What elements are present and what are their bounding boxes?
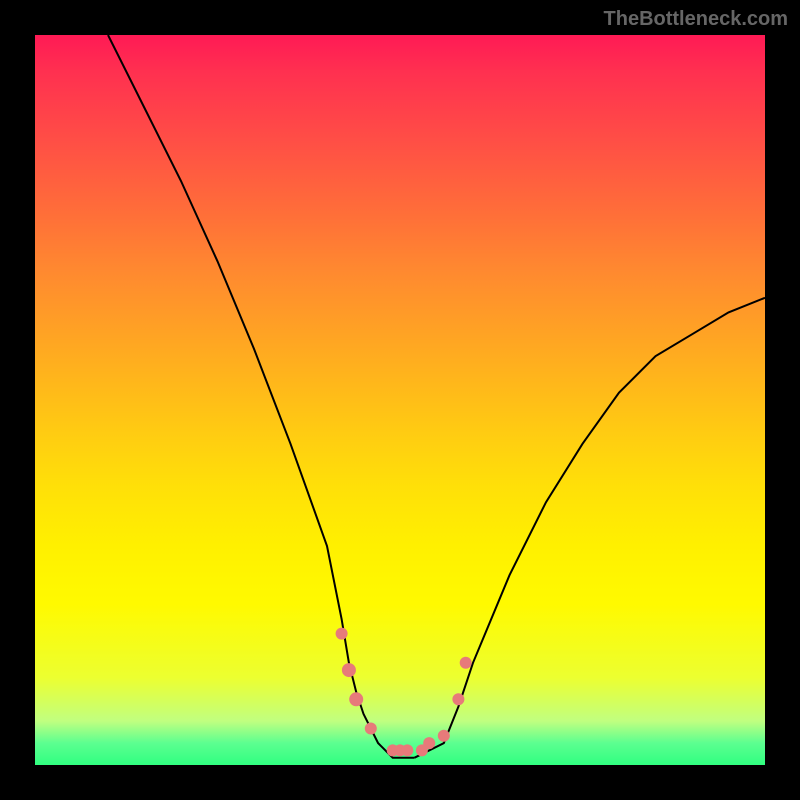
data-marker xyxy=(423,737,435,749)
watermark-text: TheBottleneck.com xyxy=(604,8,788,31)
chart-svg xyxy=(35,35,765,765)
curve-group xyxy=(108,35,765,758)
data-marker xyxy=(438,730,450,742)
chart-container: TheBottleneck.com xyxy=(0,0,800,800)
data-marker xyxy=(349,692,363,706)
data-marker xyxy=(401,744,413,756)
data-marker xyxy=(460,657,472,669)
left-curve xyxy=(108,35,415,758)
right-curve xyxy=(415,298,765,758)
data-marker xyxy=(336,628,348,640)
data-marker xyxy=(365,723,377,735)
data-marker xyxy=(342,663,356,677)
data-marker xyxy=(452,693,464,705)
